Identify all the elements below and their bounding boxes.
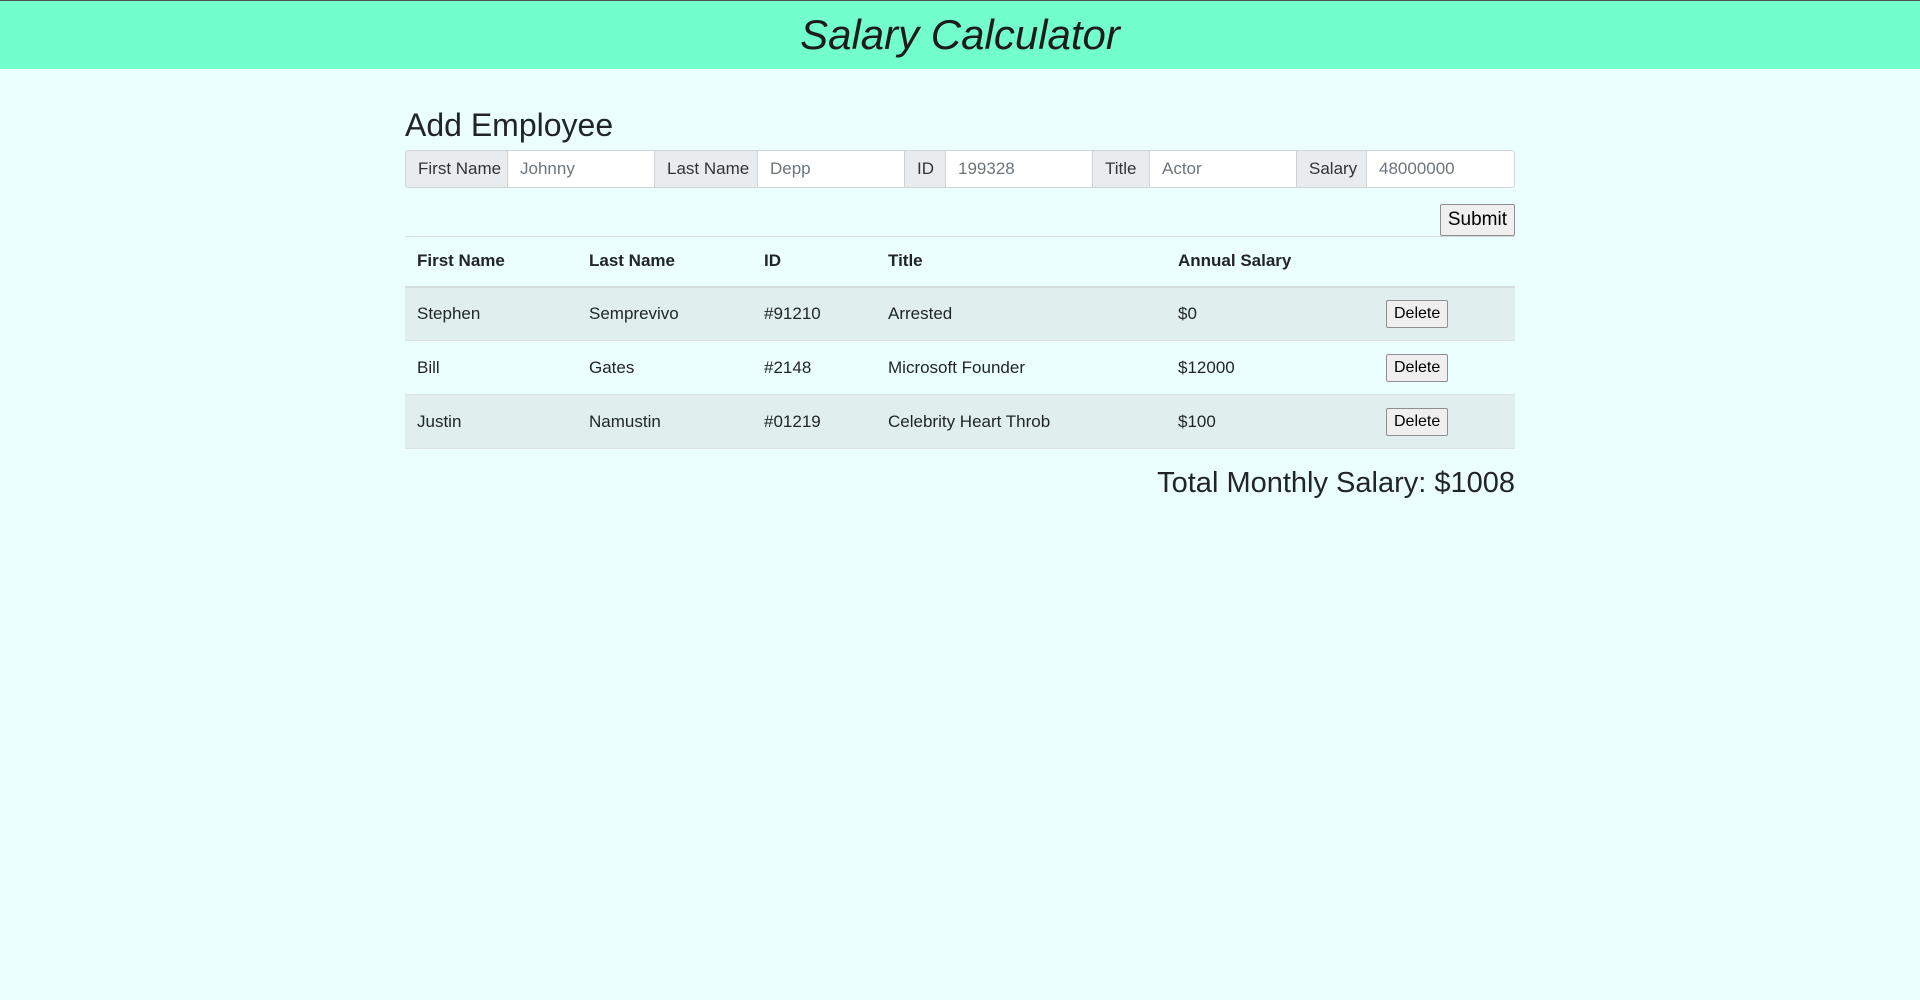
submit-row: Submit [405,204,1515,236]
last-name-input[interactable] [758,150,905,188]
employee-input-group: First Name Last Name ID Title Salary [405,150,1515,188]
main-content: Add Employee First Name Last Name ID Tit… [405,69,1515,500]
delete-button[interactable]: Delete [1386,299,1449,328]
column-header-last-name: Last Name [589,251,675,271]
cell-last-name: Semprevivo [589,303,679,323]
delete-button[interactable]: Delete [1386,407,1449,436]
cell-id: #2148 [764,357,812,377]
employee-table: First Name Last Name ID Title Annual Sal… [405,236,1515,449]
salary-input[interactable] [1367,150,1515,188]
table-row: Bill Gates #2148 Microsoft Founder $1200… [405,341,1515,395]
cell-id: #01219 [764,411,821,431]
cell-first-name: Justin [417,411,462,431]
first-name-input[interactable] [508,150,655,188]
first-name-label: First Name [405,150,508,188]
column-header-id: ID [764,251,781,271]
app-header: Salary Calculator [0,0,1920,69]
cell-last-name: Namustin [589,411,661,431]
cell-title: Microsoft Founder [888,357,1025,377]
cell-last-name: Gates [589,357,635,377]
table-row: Stephen Semprevivo #91210 Arrested $0 De… [405,286,1515,341]
column-header-first-name: First Name [417,251,505,271]
delete-button[interactable]: Delete [1386,353,1449,382]
add-employee-heading: Add Employee [405,107,614,143]
table-row: Justin Namustin #01219 Celebrity Heart T… [405,394,1515,449]
cell-annual-salary: $100 [1178,411,1216,431]
table-header-row: First Name Last Name ID Title Annual Sal… [405,236,1515,287]
cell-annual-salary: $0 [1178,303,1197,323]
title-label: Title [1093,150,1150,188]
salary-label: Salary [1297,150,1367,188]
column-header-title: Title [888,251,923,271]
id-input[interactable] [946,150,1093,188]
app-title: Salary Calculator [800,11,1120,58]
cell-title: Celebrity Heart Throb [888,411,1051,431]
column-header-annual-salary: Annual Salary [1178,251,1292,271]
cell-actions: Delete [1374,395,1515,449]
title-input[interactable] [1150,150,1297,188]
total-monthly-salary: Total Monthly Salary: $1008 [1157,467,1515,499]
cell-actions: Delete [1374,287,1515,341]
last-name-label: Last Name [655,150,758,188]
cell-actions: Delete [1374,341,1515,395]
submit-button[interactable]: Submit [1439,204,1515,236]
cell-first-name: Bill [417,357,440,377]
cell-title: Arrested [888,303,953,323]
id-label: ID [905,150,946,188]
cell-annual-salary: $12000 [1178,357,1235,377]
cell-first-name: Stephen [417,303,481,323]
cell-id: #91210 [764,303,821,323]
column-header-actions [1374,237,1515,287]
